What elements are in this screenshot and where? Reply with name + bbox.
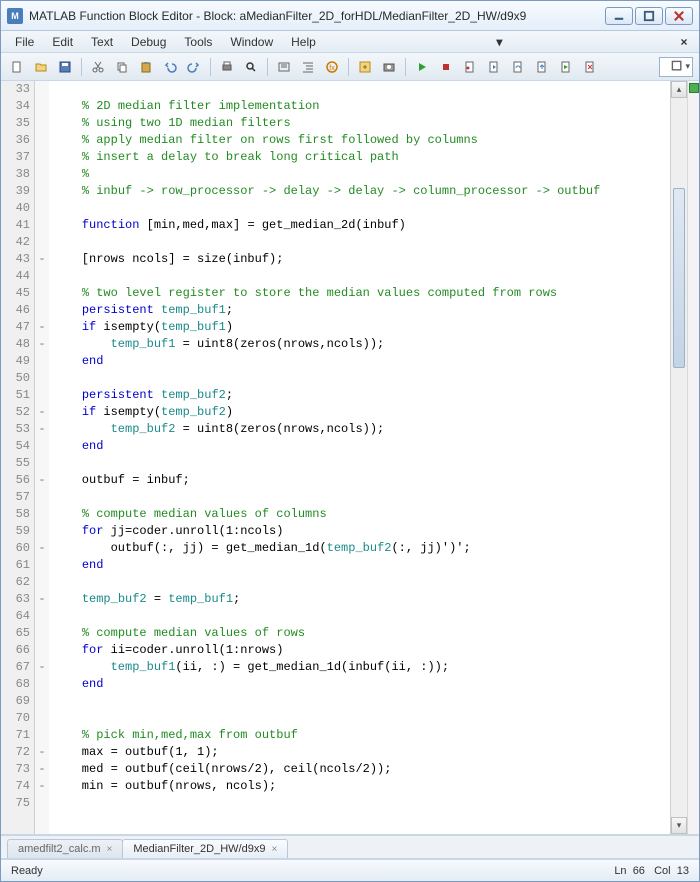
- toolbar: fx ▾: [1, 53, 699, 81]
- menu-help[interactable]: Help: [283, 33, 324, 51]
- menu-tools[interactable]: Tools: [176, 33, 220, 51]
- exit-debug-icon[interactable]: [580, 57, 600, 77]
- toolbar-sep: [405, 58, 406, 76]
- vertical-scrollbar[interactable]: ▴ ▾: [670, 81, 687, 834]
- status-ln-label: Ln: [614, 865, 626, 877]
- paste-icon[interactable]: [136, 57, 156, 77]
- goto-icon[interactable]: [355, 57, 375, 77]
- line-number-gutter[interactable]: 3334353637383940414243444546474849505152…: [1, 81, 35, 834]
- code-analyzer-indicator: [689, 83, 699, 93]
- app-icon: M: [7, 8, 23, 24]
- toolbar-sep: [348, 58, 349, 76]
- menu-edit[interactable]: Edit: [44, 33, 81, 51]
- menubar: File Edit Text Debug Tools Window Help ▾…: [1, 31, 699, 53]
- scroll-down-icon[interactable]: ▾: [671, 817, 687, 834]
- file-tab-label: MedianFilter_2D_HW/d9x9: [133, 843, 265, 855]
- stack-combo[interactable]: ▾: [659, 57, 693, 77]
- statusbar: Ready Ln 66 Col 13: [1, 859, 699, 881]
- menubar-aux-close[interactable]: ×: [675, 35, 693, 49]
- indent-icon[interactable]: [298, 57, 318, 77]
- continue-icon[interactable]: [556, 57, 576, 77]
- status-ln-value: 66: [633, 865, 645, 877]
- code-editor[interactable]: % 2D median filter implementation % usin…: [49, 81, 670, 834]
- window-title: MATLAB Function Block Editor - Block: aM…: [29, 9, 605, 23]
- comment-icon[interactable]: [274, 57, 294, 77]
- titlebar: M MATLAB Function Block Editor - Block: …: [1, 1, 699, 31]
- code-analyzer-bar[interactable]: [687, 81, 699, 834]
- toolbar-sep: [210, 58, 211, 76]
- toolbar-right: ▾: [659, 57, 693, 77]
- undo-icon[interactable]: [160, 57, 180, 77]
- status-ready: Ready: [11, 865, 43, 877]
- menu-file[interactable]: File: [7, 33, 42, 51]
- status-col-label: Col: [654, 865, 671, 877]
- toolbar-sep: [267, 58, 268, 76]
- run-icon[interactable]: [412, 57, 432, 77]
- breakpoint-icon[interactable]: [460, 57, 480, 77]
- toolbar-sep: [81, 58, 82, 76]
- scroll-track[interactable]: [671, 98, 687, 817]
- step-in-icon[interactable]: [484, 57, 504, 77]
- file-tab-inactive[interactable]: amedfilt2_calc.m ×: [7, 839, 123, 858]
- step-over-icon[interactable]: [508, 57, 528, 77]
- file-tabbar: amedfilt2_calc.m × MedianFilter_2D_HW/d9…: [1, 835, 699, 859]
- open-icon[interactable]: [31, 57, 51, 77]
- scroll-thumb[interactable]: [673, 188, 685, 368]
- close-tab-icon[interactable]: ×: [107, 844, 113, 855]
- copy-icon[interactable]: [112, 57, 132, 77]
- menu-window[interactable]: Window: [222, 33, 281, 51]
- step-out-icon[interactable]: [532, 57, 552, 77]
- close-button[interactable]: [665, 7, 693, 25]
- menu-text[interactable]: Text: [83, 33, 121, 51]
- svg-text:fx: fx: [329, 65, 335, 72]
- file-tab-label: amedfilt2_calc.m: [18, 843, 101, 855]
- cut-icon[interactable]: [88, 57, 108, 77]
- menu-debug[interactable]: Debug: [123, 33, 174, 51]
- save-icon[interactable]: [55, 57, 75, 77]
- maximize-button[interactable]: [635, 7, 663, 25]
- code-area: 3334353637383940414243444546474849505152…: [1, 81, 699, 835]
- new-icon[interactable]: [7, 57, 27, 77]
- build-icon[interactable]: [379, 57, 399, 77]
- window-controls: [605, 7, 693, 25]
- menubar-aux-arrow[interactable]: ▾: [490, 35, 508, 49]
- status-col-value: 13: [677, 865, 689, 877]
- print-icon[interactable]: [217, 57, 237, 77]
- minimize-button[interactable]: [605, 7, 633, 25]
- stop-icon[interactable]: [436, 57, 456, 77]
- redo-icon[interactable]: [184, 57, 204, 77]
- fold-column[interactable]: - -- -- - - - - ---: [35, 81, 49, 834]
- find-icon[interactable]: [241, 57, 261, 77]
- scroll-up-icon[interactable]: ▴: [671, 81, 687, 98]
- close-tab-icon[interactable]: ×: [271, 844, 277, 855]
- function-browser-icon[interactable]: fx: [322, 57, 342, 77]
- file-tab-active[interactable]: MedianFilter_2D_HW/d9x9 ×: [122, 839, 288, 858]
